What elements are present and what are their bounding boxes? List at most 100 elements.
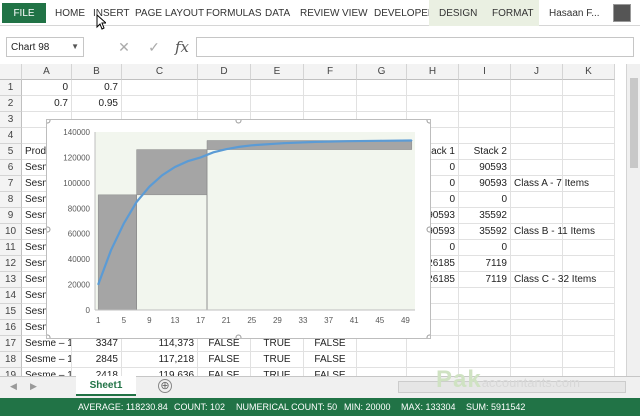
- cell[interactable]: TRUE: [251, 368, 304, 376]
- add-sheet-button[interactable]: ⊕: [158, 379, 172, 393]
- cell[interactable]: FALSE: [198, 368, 251, 376]
- row-header[interactable]: 9: [0, 208, 22, 224]
- cell[interactable]: [511, 288, 563, 304]
- cell[interactable]: [122, 96, 198, 112]
- cell[interactable]: [357, 96, 407, 112]
- cell[interactable]: [357, 368, 407, 376]
- cell[interactable]: FALSE: [304, 352, 357, 368]
- cell[interactable]: 0.7: [22, 96, 72, 112]
- cell[interactable]: [459, 80, 511, 96]
- cell[interactable]: [511, 80, 563, 96]
- cell[interactable]: Sesme – 1: [22, 368, 72, 376]
- avatar[interactable]: [613, 4, 631, 22]
- cell[interactable]: [563, 96, 615, 112]
- cell[interactable]: 7119: [459, 272, 511, 288]
- sheet-tab[interactable]: Sheet1: [76, 376, 136, 396]
- cell[interactable]: 117,218: [122, 352, 198, 368]
- cell[interactable]: [511, 256, 563, 272]
- row-header[interactable]: 4: [0, 128, 22, 144]
- column-header-b[interactable]: B: [72, 64, 122, 80]
- tab-review[interactable]: REVIEW: [296, 0, 343, 26]
- scroll-thumb[interactable]: [630, 78, 638, 168]
- tab-format[interactable]: FORMAT: [488, 0, 537, 26]
- row-header[interactable]: 11: [0, 240, 22, 256]
- cell[interactable]: [304, 80, 357, 96]
- column-header-g[interactable]: G: [357, 64, 407, 80]
- cell[interactable]: [198, 96, 251, 112]
- cell[interactable]: 35592: [459, 224, 511, 240]
- next-sheet-icon[interactable]: ▶: [30, 381, 37, 392]
- cell[interactable]: 119,636: [122, 368, 198, 376]
- cell[interactable]: [459, 128, 511, 144]
- cell[interactable]: [511, 192, 563, 208]
- column-header-a[interactable]: A: [22, 64, 72, 80]
- cell[interactable]: [563, 256, 615, 272]
- cell[interactable]: [563, 336, 615, 352]
- row-header[interactable]: 2: [0, 96, 22, 112]
- row-header[interactable]: 18: [0, 352, 22, 368]
- tab-home[interactable]: HOME: [51, 0, 89, 26]
- tab-view[interactable]: VIEW: [338, 0, 372, 26]
- row-header[interactable]: 3: [0, 112, 22, 128]
- row-header[interactable]: 15: [0, 304, 22, 320]
- cancel-entry-button[interactable]: ✕: [112, 37, 136, 57]
- prev-sheet-icon[interactable]: ◀: [10, 381, 17, 392]
- name-box[interactable]: Chart 98 ▼: [6, 37, 84, 57]
- chevron-down-icon[interactable]: ▼: [71, 42, 79, 51]
- cell[interactable]: TRUE: [251, 352, 304, 368]
- row-header[interactable]: 10: [0, 224, 22, 240]
- cell[interactable]: [511, 336, 563, 352]
- cell[interactable]: Class A - 7 Items: [511, 176, 589, 192]
- cell[interactable]: [511, 112, 563, 128]
- cell[interactable]: 2418: [72, 368, 122, 376]
- cell[interactable]: [511, 320, 563, 336]
- cell[interactable]: [563, 304, 615, 320]
- cell[interactable]: 0: [459, 240, 511, 256]
- cell[interactable]: [563, 320, 615, 336]
- cell[interactable]: [357, 352, 407, 368]
- row-header[interactable]: 13: [0, 272, 22, 288]
- cell[interactable]: [304, 96, 357, 112]
- cell[interactable]: [511, 240, 563, 256]
- cell[interactable]: 90593: [459, 176, 511, 192]
- file-tab[interactable]: FILE: [2, 3, 46, 23]
- cell[interactable]: 2845: [72, 352, 122, 368]
- column-header-k[interactable]: K: [563, 64, 615, 80]
- formula-input[interactable]: [196, 37, 634, 57]
- select-all-corner[interactable]: [0, 64, 22, 80]
- column-header-f[interactable]: F: [304, 64, 357, 80]
- cell[interactable]: Class C - 32 Items: [511, 272, 596, 288]
- column-header-j[interactable]: J: [511, 64, 563, 80]
- column-header-i[interactable]: I: [459, 64, 511, 80]
- cell[interactable]: 35592: [459, 208, 511, 224]
- vertical-scrollbar[interactable]: [626, 64, 640, 376]
- cell[interactable]: [122, 80, 198, 96]
- row-header[interactable]: 17: [0, 336, 22, 352]
- cell[interactable]: [563, 160, 615, 176]
- cell[interactable]: 0.7: [72, 80, 122, 96]
- tab-design[interactable]: DESIGN: [435, 0, 481, 26]
- cell[interactable]: [563, 128, 615, 144]
- cell[interactable]: [511, 96, 563, 112]
- insert-function-button[interactable]: fx: [170, 37, 194, 57]
- row-header[interactable]: 19: [0, 368, 22, 376]
- cell[interactable]: [459, 320, 511, 336]
- column-header-d[interactable]: D: [198, 64, 251, 80]
- row-header[interactable]: 5: [0, 144, 22, 160]
- cell[interactable]: [563, 176, 615, 192]
- user-name[interactable]: Hasaan F...: [549, 0, 600, 26]
- row-header[interactable]: 1: [0, 80, 22, 96]
- cell[interactable]: 90593: [459, 160, 511, 176]
- cell[interactable]: [511, 128, 563, 144]
- row-header[interactable]: 7: [0, 176, 22, 192]
- cell[interactable]: [407, 80, 459, 96]
- row-header[interactable]: 14: [0, 288, 22, 304]
- cell[interactable]: [563, 240, 615, 256]
- row-header[interactable]: 12: [0, 256, 22, 272]
- row-header[interactable]: 6: [0, 160, 22, 176]
- cell[interactable]: Sesme – 1: [22, 352, 72, 368]
- chart-object[interactable]: 0 20000 40000 60000 80000 100000 120000 140000 1…: [44, 117, 433, 341]
- tab-formulas[interactable]: FORMULAS: [202, 0, 266, 26]
- cell[interactable]: [511, 304, 563, 320]
- cell[interactable]: [459, 96, 511, 112]
